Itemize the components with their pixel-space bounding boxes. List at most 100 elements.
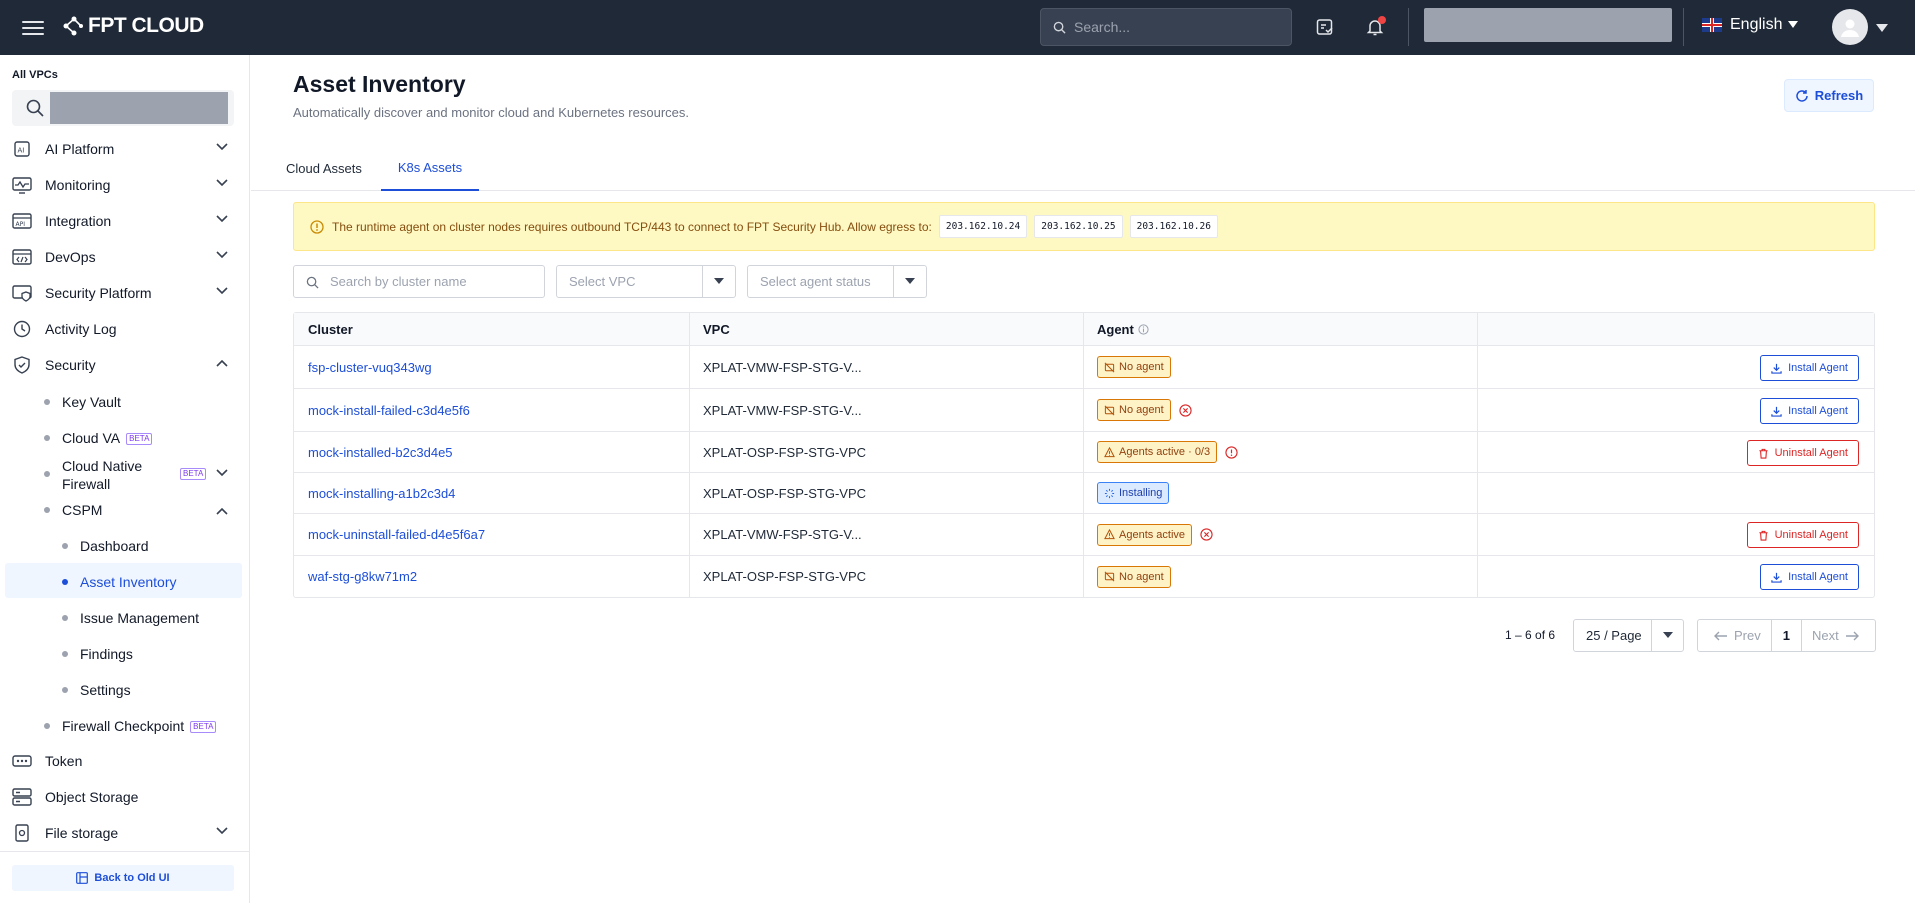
download-icon (1771, 406, 1782, 417)
install-agent-button[interactable]: Install Agent (1760, 398, 1859, 424)
chevron-down-icon (216, 827, 228, 835)
cluster-link[interactable]: mock-install-failed-c3d4e5f6 (308, 403, 470, 418)
action-label: Uninstall Agent (1774, 447, 1848, 459)
bell-icon[interactable] (1362, 14, 1388, 40)
sidebar-item-file-storage[interactable]: File storage (0, 815, 250, 851)
caret-down-icon[interactable] (1876, 20, 1888, 38)
action-cell: Install Agent (1477, 556, 1875, 597)
sidebar-item-findings[interactable]: Findings (0, 646, 250, 666)
global-search-input[interactable]: Search... (1040, 8, 1292, 46)
agent-status-badge: No agent (1097, 565, 1171, 588)
column-header-label: Agent (1097, 322, 1134, 337)
prev-page-button[interactable]: Prev (1698, 620, 1771, 651)
sidebar-item-cspm[interactable]: CSPM (0, 502, 250, 522)
sidebar-item-activity-log[interactable]: Activity Log (0, 311, 250, 347)
sidebar-item-monitoring[interactable]: Monitoring (0, 167, 250, 203)
cluster-search-input[interactable]: Search by cluster name (293, 265, 545, 298)
per-page-select[interactable]: 25 / Page (1573, 619, 1684, 652)
uninstall-agent-button[interactable]: Uninstall Agent (1746, 440, 1859, 466)
pagination: Prev 1 Next (1697, 619, 1876, 652)
back-to-old-ui-button[interactable]: Back to Old UI (12, 865, 234, 891)
download-icon (1771, 572, 1782, 583)
brand-logo[interactable]: FPT CLOUD (62, 14, 204, 38)
sidebar-item-firewall-checkpoint[interactable]: Firewall Checkpoint BETA (0, 718, 250, 738)
menu-icon[interactable] (22, 17, 44, 37)
sidebar-item-object-storage[interactable]: Object Storage (0, 779, 250, 815)
action-label: Install Agent (1788, 571, 1848, 583)
alert-circle-icon[interactable] (1225, 445, 1238, 459)
error-icon[interactable] (1200, 528, 1213, 541)
sidebar-item-asset-inventory[interactable]: Asset Inventory (0, 574, 250, 594)
sidebar-item-key-vault[interactable]: Key Vault (0, 394, 250, 414)
sidebar-item-label: AI Platform (45, 141, 115, 157)
bullet (62, 687, 68, 693)
page-title: Asset Inventory (293, 71, 466, 97)
sidebar-item-ai-platform[interactable]: AI AI Platform (0, 131, 250, 167)
cluster-link[interactable]: mock-uninstall-failed-d4e5f6a7 (308, 527, 485, 542)
sidebar-item-label: CSPM (62, 502, 103, 518)
svg-text:API: API (16, 221, 26, 228)
tasks-icon[interactable] (1312, 14, 1338, 40)
agent-status-badge: Agents active · 0/3 (1097, 441, 1218, 463)
install-agent-button[interactable]: Install Agent (1760, 355, 1859, 381)
error-icon[interactable] (1179, 403, 1192, 417)
install-agent-button[interactable]: Install Agent (1760, 564, 1859, 590)
sidebar-item-security-platform[interactable]: Security Platform (0, 275, 250, 311)
svg-text:AI: AI (18, 147, 25, 155)
sidebar-item-cloud-va[interactable]: Cloud VA BETA (0, 430, 250, 450)
chevron-down-icon (216, 251, 228, 259)
sidebar-item-token[interactable]: Token (0, 743, 250, 779)
sidebar-item-security[interactable]: Security (0, 347, 250, 383)
agent-status-select[interactable]: Select agent status (747, 265, 927, 298)
chevron-down-icon (216, 287, 228, 295)
sidebar-item-dashboard[interactable]: Dashboard (0, 538, 250, 558)
beta-badge: BETA (190, 721, 217, 734)
code-icon (12, 249, 32, 265)
global-search-placeholder: Search... (1074, 19, 1131, 35)
sidebar-item-label: Firewall Checkpoint (62, 718, 185, 734)
column-header-cluster: Cluster (308, 322, 353, 337)
api-icon: API (12, 213, 32, 229)
vpc-value: XPLAT-OSP-FSP-STG-VPC (703, 485, 867, 501)
chevron-up-icon (216, 507, 228, 515)
sidebar-item-cloud-native-firewall[interactable]: Cloud Native Firewall BETA (0, 457, 250, 493)
action-label: Uninstall Agent (1774, 529, 1848, 541)
arrow-right-icon (1845, 631, 1859, 640)
download-icon (1771, 363, 1782, 374)
sidebar-item-label: Cloud Native (62, 458, 143, 474)
spinner-icon (1104, 488, 1115, 498)
agent-status-badge: No agent (1097, 356, 1171, 378)
sidebar-item-devops[interactable]: DevOps (0, 239, 250, 275)
table-row: mock-installing-a1b2c3d4 XPLAT-OSP-FSP-ST… (294, 473, 1874, 514)
info-icon[interactable] (1138, 324, 1149, 335)
tab-cloud-assets[interactable]: Cloud Assets (286, 145, 374, 191)
language-selector[interactable]: English (1702, 16, 1799, 34)
sidebar-item-integration[interactable]: API Integration (0, 203, 250, 239)
sidebar-item-label: Asset Inventory (80, 574, 177, 590)
agent-status-badge: Agents active (1097, 523, 1193, 546)
vpc-search-input[interactable] (12, 90, 234, 126)
cluster-link[interactable]: mock-installed-b2c3d4e5 (308, 445, 453, 460)
action-cell: Uninstall Agent (1477, 432, 1875, 472)
bullet (44, 435, 50, 441)
avatar[interactable] (1832, 9, 1868, 45)
next-page-button[interactable]: Next (1802, 620, 1875, 651)
cluster-link[interactable]: waf-stg-g8kw71m2 (308, 569, 417, 584)
vpc-select[interactable]: Select VPC (556, 265, 736, 298)
sidebar-item-settings[interactable]: Settings (0, 682, 250, 702)
sidebar-item-issue-management[interactable]: Issue Management (0, 610, 250, 630)
cluster-link[interactable]: mock-installing-a1b2c3d4 (308, 486, 455, 501)
bullet (44, 399, 50, 405)
page-number-button[interactable]: 1 (1770, 620, 1802, 651)
agent-status-placeholder: Select agent status (760, 274, 871, 289)
beta-badge: BETA (180, 468, 207, 480)
uninstall-agent-button[interactable]: Uninstall Agent (1746, 522, 1859, 548)
arrow-left-icon (1714, 631, 1727, 640)
info-icon (310, 219, 324, 234)
cluster-link[interactable]: fsp-cluster-vuq343wg (308, 360, 432, 375)
sidebar-item-label: Settings (80, 682, 131, 698)
tab-k8s-assets[interactable]: K8s Assets (381, 145, 479, 191)
sidebar-item-label: Dashboard (80, 538, 149, 554)
caret-down-icon (702, 266, 735, 297)
refresh-button[interactable]: Refresh (1784, 79, 1874, 112)
